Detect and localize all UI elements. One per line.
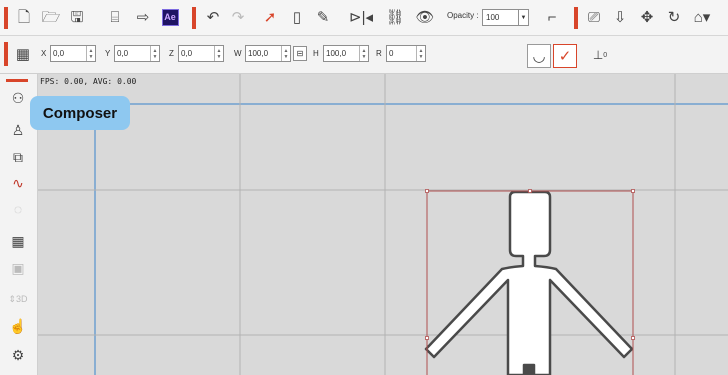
rotate-icon[interactable]: ↻ [663,6,685,28]
camera-icon[interactable]: ⎚ [583,6,605,28]
opacity-label: Opacity : [447,11,479,20]
visibility-icon[interactable]: 👁 [414,6,436,28]
w-label: W [234,49,242,58]
grid-icon[interactable]: ▦ [7,230,29,252]
character-joint [524,365,534,375]
ease-out-icon[interactable]: ✓ [553,44,577,68]
main-toolbar: 🗋 🗁 🖫 ⌸ ⇨ Ae ↶ ↷ ➚ ▯ ✎ ⊳|◂ ⛓ 👁 Opacity :… [0,0,728,36]
pivot-value: 0 [603,51,608,59]
toolbar-separator [574,7,578,29]
scene-manager-icon[interactable]: ⧉ [7,146,29,168]
h-stepper[interactable]: ▲ ▼ [359,46,368,61]
audio-icon[interactable]: ∿ [7,172,29,194]
w-stepper[interactable]: ▲ ▼ [281,46,290,61]
fps-readout: FPS: 0.00, AVG: 0.00 [40,77,137,86]
stage-canvas[interactable]: FPS: 0.00, AVG: 0.00 [38,74,728,375]
h-value: 100,0 [326,49,347,58]
z-field[interactable]: 0,0 ▲ ▼ [178,45,224,62]
x-label: X [41,49,47,58]
x-value: 0,0 [53,49,65,58]
bone-icon[interactable]: ⌐ [541,6,563,28]
home-icon[interactable]: ⌂▾ [691,6,713,28]
composer-tooltip: Composer [30,96,130,130]
select-arrow-icon[interactable]: ➚ [259,6,281,28]
sidebar-accent [6,79,28,82]
scene-icon[interactable]: ⌸ [104,6,126,28]
character-body [424,190,634,375]
z-stepper[interactable]: ▲ ▼ [214,46,223,61]
undo-icon[interactable]: ↶ [202,6,224,28]
w-value: 100,0 [248,49,269,58]
link-icon[interactable]: ⊟ [293,46,307,61]
x-field[interactable]: 0,0 ▲ ▼ [50,45,96,62]
pose-icon[interactable]: ⚙ [7,344,29,366]
r-field[interactable]: 0 ▲ ▼ [386,45,426,62]
transform-icon[interactable]: ▯ [286,6,308,28]
disabled-icon[interactable]: ◌ [7,198,29,220]
pivot-icon[interactable]: ⊥ 0 [589,44,611,66]
h-label: H [313,49,319,58]
z-value: 0,0 [181,49,193,58]
hand-icon[interactable]: ☝ [7,315,29,337]
move-icon[interactable]: ✥ [636,6,658,28]
opacity-select[interactable]: 100 ▼ [482,9,529,26]
flip-icon[interactable]: ⊳|◂ [348,6,374,28]
r-stepper[interactable]: ▲ ▼ [416,46,425,61]
selection-handle[interactable] [631,189,635,193]
move-down-icon[interactable]: ⇩ [609,6,631,28]
selection-handle[interactable] [425,336,429,340]
disabled-3d-icon[interactable]: ⇕3D [7,288,29,310]
z-label: Z [169,49,174,58]
ease-in-icon[interactable]: ◡ [527,44,551,68]
chevron-down-icon[interactable]: ▼ [518,10,528,25]
open-folder-icon[interactable]: 🗁 [40,6,62,28]
save-icon[interactable]: 🖫 [66,6,88,28]
y-stepper[interactable]: ▲ ▼ [150,46,159,61]
composer-icon[interactable]: ⚇ [7,87,29,109]
toolbar-separator [192,7,196,29]
r-value: 0 [389,49,394,58]
link-icon[interactable]: ⛓ [384,6,406,28]
h-field[interactable]: 100,0 ▲ ▼ [323,45,369,62]
grid-select-icon[interactable]: ▦ [12,43,34,65]
selection-handle[interactable] [528,189,532,193]
edit-icon[interactable]: ✎ [312,6,334,28]
after-effects-button[interactable]: Ae [159,6,181,28]
redo-icon[interactable]: ↷ [227,6,249,28]
selection-handle[interactable] [631,336,635,340]
w-field[interactable]: 100,0 ▲ ▼ [245,45,291,62]
stage-grid [38,74,728,375]
selection-handle[interactable] [425,189,429,193]
after-effects-icon: Ae [161,8,179,26]
new-file-icon[interactable]: 🗋 [13,6,35,28]
toolbar-separator [4,7,8,29]
character-actor[interactable] [424,190,634,375]
add-actor-icon[interactable]: ♙ [7,119,29,141]
y-field[interactable]: 0,0 ▲ ▼ [114,45,160,62]
x-stepper[interactable]: ▲ ▼ [86,46,95,61]
opacity-value: 100 [486,13,500,22]
y-value: 0,0 [117,49,129,58]
toolbar-separator [4,42,8,66]
export-icon[interactable]: ⇨ [132,6,154,28]
disabled-frame-icon[interactable]: ▣ [7,257,29,279]
r-label: R [376,49,382,58]
y-label: Y [105,49,111,58]
